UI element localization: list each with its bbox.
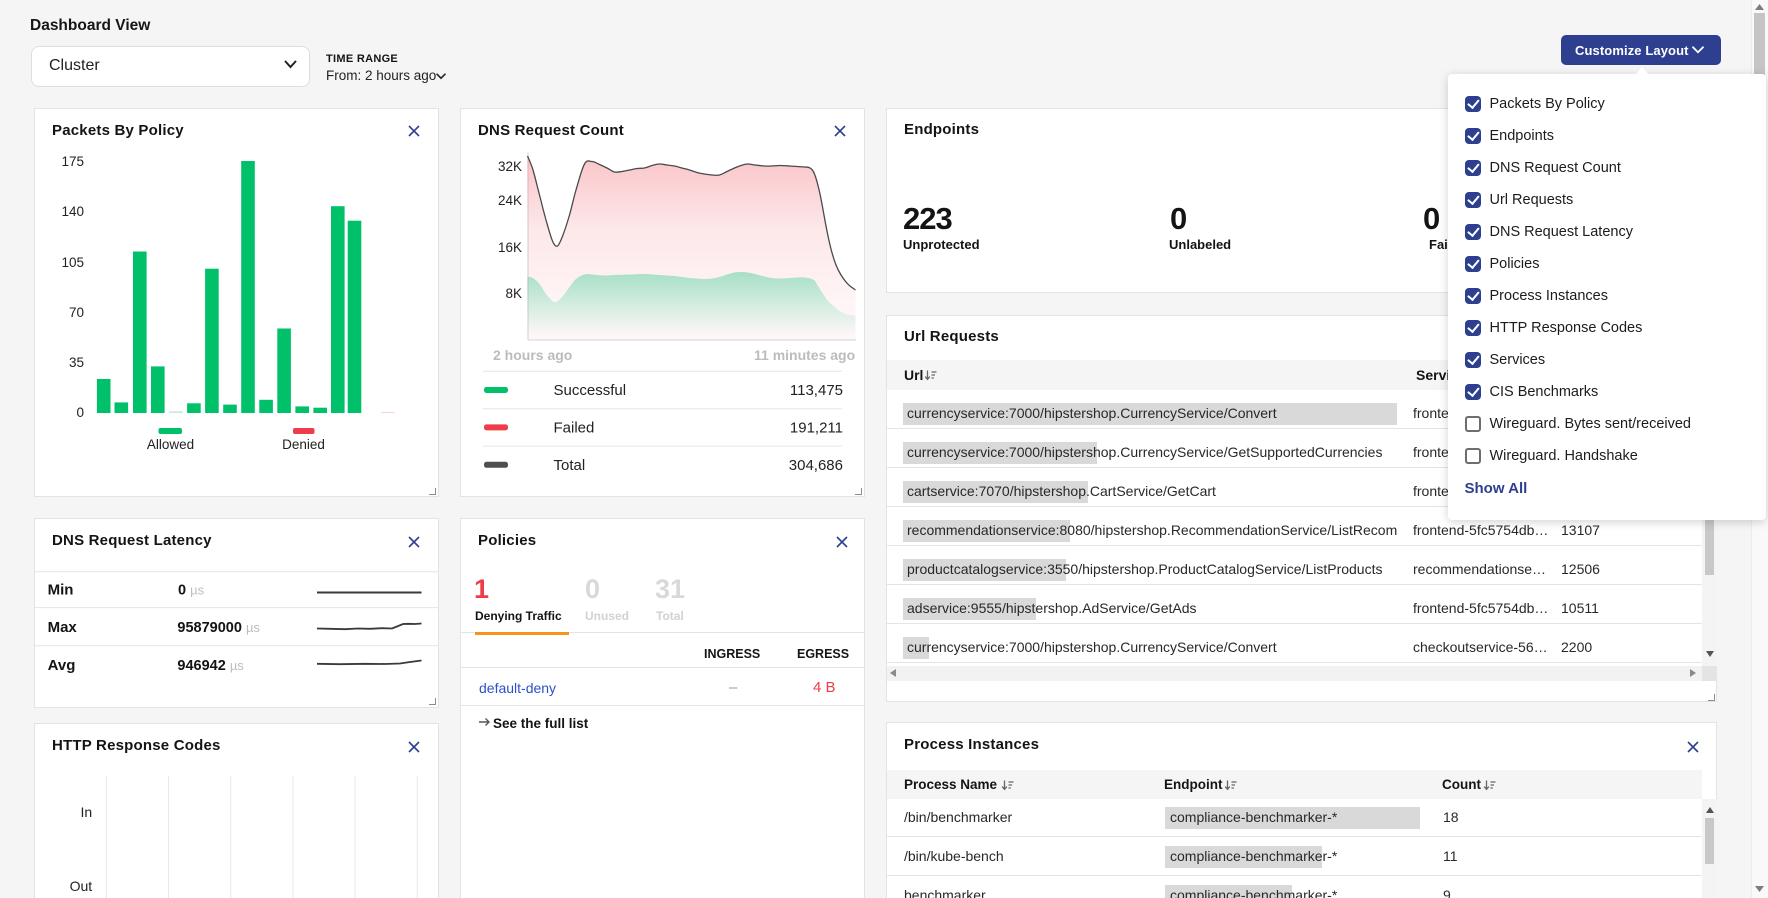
svg-text:175: 175	[61, 154, 84, 169]
svg-text:35: 35	[69, 355, 84, 370]
svg-text:Total: Total	[554, 457, 586, 474]
svg-text:140: 140	[61, 204, 84, 219]
svg-text:Failed: Failed	[554, 419, 595, 436]
svg-text:Allowed: Allowed	[147, 437, 194, 452]
svg-text:In: In	[81, 804, 93, 820]
svg-text:Avg: Avg	[48, 657, 76, 674]
svg-text:32K: 32K	[498, 159, 522, 174]
svg-text:0 µs: 0 µs	[178, 583, 205, 599]
svg-text:191,211: 191,211	[790, 419, 843, 436]
svg-text:105: 105	[61, 255, 84, 270]
svg-text:0: 0	[76, 405, 84, 420]
svg-text:304,686: 304,686	[789, 457, 843, 474]
svg-text:95879000 µs: 95879000 µs	[177, 620, 260, 636]
svg-text:Denied: Denied	[282, 437, 325, 452]
svg-text:Successful: Successful	[554, 382, 627, 399]
svg-text:113,475: 113,475	[790, 382, 843, 399]
svg-text:16K: 16K	[498, 240, 522, 255]
svg-text:8K: 8K	[505, 286, 522, 301]
svg-text:24K: 24K	[498, 193, 522, 208]
svg-text:Max: Max	[48, 619, 78, 636]
svg-text:Out: Out	[70, 878, 93, 894]
svg-text:Min: Min	[48, 582, 74, 599]
svg-text:946942 µs: 946942 µs	[177, 658, 244, 674]
svg-text:70: 70	[69, 305, 84, 320]
